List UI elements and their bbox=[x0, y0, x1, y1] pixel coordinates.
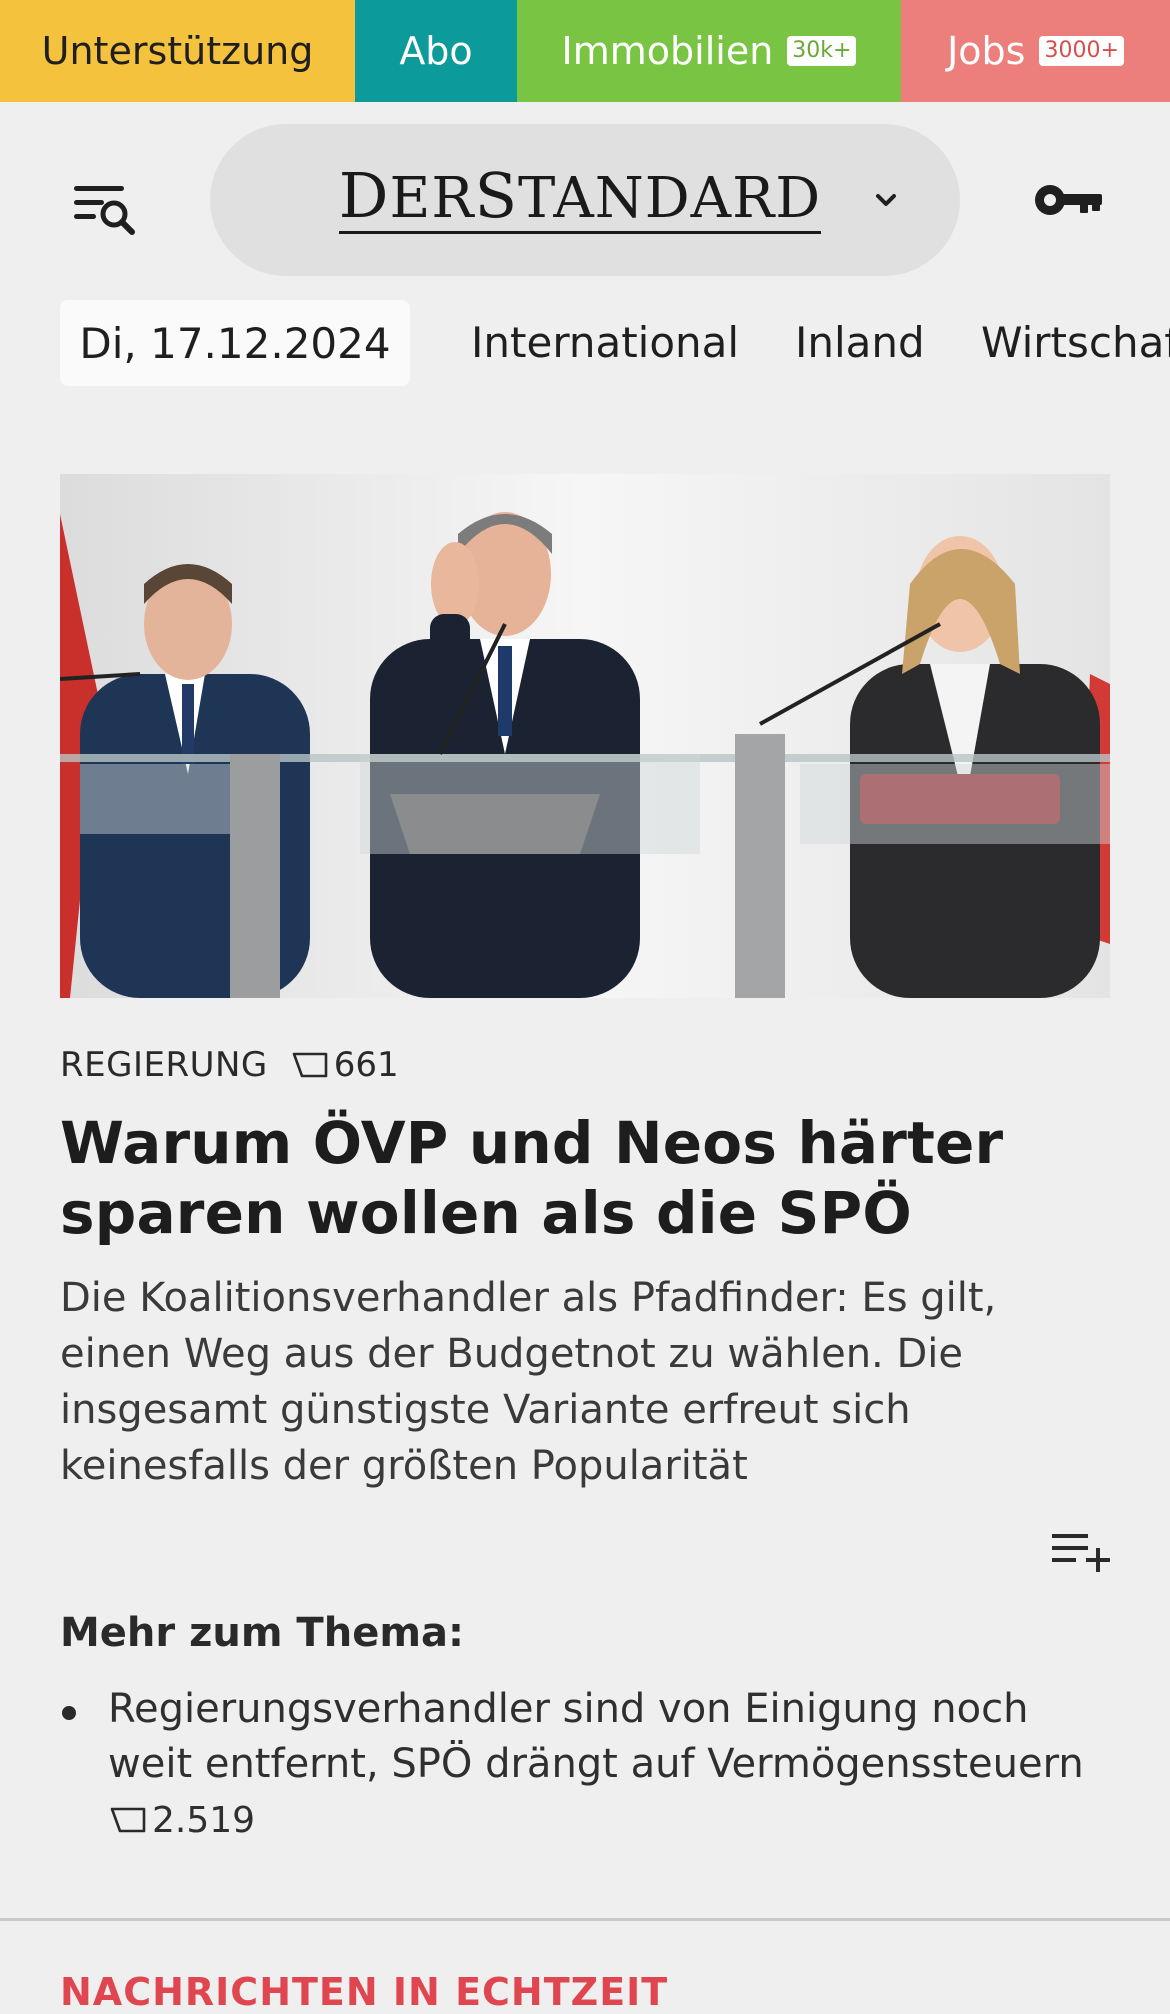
logo-edition-switcher[interactable]: DERSTANDARD bbox=[210, 124, 960, 276]
site-header: DERSTANDARD bbox=[0, 102, 1170, 298]
promo-bar: Unterstützung Abo Immobilien 30k+ Jobs 3… bbox=[0, 0, 1170, 102]
article-image[interactable] bbox=[60, 474, 1110, 998]
article-kicker[interactable]: REGIERUNG bbox=[60, 1045, 268, 1085]
article-meta: REGIERUNG 661 bbox=[60, 1040, 399, 1090]
jobs-link[interactable]: Jobs 3000+ bbox=[901, 0, 1170, 102]
immobilien-badge: 30k+ bbox=[787, 36, 857, 66]
article-comment-count[interactable]: 661 bbox=[334, 1045, 399, 1085]
immobilien-link[interactable]: Immobilien 30k+ bbox=[517, 0, 901, 102]
article-lede: Die Koalitionsverhandler als Pfadfinder:… bbox=[60, 1275, 997, 1489]
menu-search-button[interactable] bbox=[70, 176, 140, 240]
related-article-comment-count[interactable]: 2.519 bbox=[152, 1800, 255, 1841]
related-article-meta: 2.519 bbox=[108, 1794, 1120, 1846]
comment-icon bbox=[292, 1052, 328, 1078]
more-on-topic-title: Mehr zum Thema: bbox=[60, 1610, 464, 1656]
jobs-label: Jobs bbox=[947, 29, 1026, 73]
chevron-down-icon bbox=[876, 194, 896, 206]
section-divider bbox=[0, 1918, 1170, 1921]
more-on-topic-list: Regierungsverhandler sind von Einigung n… bbox=[60, 1682, 1120, 1846]
related-article-link[interactable]: Regierungsverhandler sind von Einigung n… bbox=[60, 1682, 1120, 1846]
abo-label: Abo bbox=[399, 29, 473, 73]
site-logo: DERSTANDARD bbox=[338, 159, 822, 234]
comment-icon bbox=[110, 1807, 146, 1833]
nav-link-wirtschaft[interactable]: Wirtschaft bbox=[981, 300, 1170, 386]
related-article-title[interactable]: Regierungsverhandler sind von Einigung n… bbox=[108, 1682, 1120, 1792]
key-icon bbox=[1035, 185, 1102, 215]
list-bullet bbox=[62, 1706, 76, 1720]
article-headline[interactable]: Warum ÖVP und Neos härter sparen wollen … bbox=[60, 1108, 1130, 1248]
playlist-add-icon bbox=[1052, 1534, 1110, 1572]
support-link[interactable]: Unterstützung bbox=[0, 0, 355, 102]
support-label: Unterstützung bbox=[41, 29, 314, 73]
section-nav: Di, 17.12.2024 International Inland Wirt… bbox=[0, 298, 1170, 430]
live-news-heading[interactable]: NACHRICHTEN IN ECHTZEIT bbox=[60, 1970, 668, 2014]
login-button[interactable] bbox=[1032, 176, 1106, 224]
menu-search-icon bbox=[74, 186, 135, 235]
nav-link-international[interactable]: International bbox=[471, 300, 739, 386]
jobs-badge: 3000+ bbox=[1039, 36, 1124, 66]
article-photo bbox=[60, 474, 1110, 998]
immobilien-label: Immobilien bbox=[561, 29, 774, 73]
nav-link-inland[interactable]: Inland bbox=[795, 300, 925, 386]
abo-link[interactable]: Abo bbox=[355, 0, 517, 102]
add-to-reading-list-button[interactable] bbox=[1050, 1528, 1112, 1578]
date-chip: Di, 17.12.2024 bbox=[60, 300, 410, 386]
